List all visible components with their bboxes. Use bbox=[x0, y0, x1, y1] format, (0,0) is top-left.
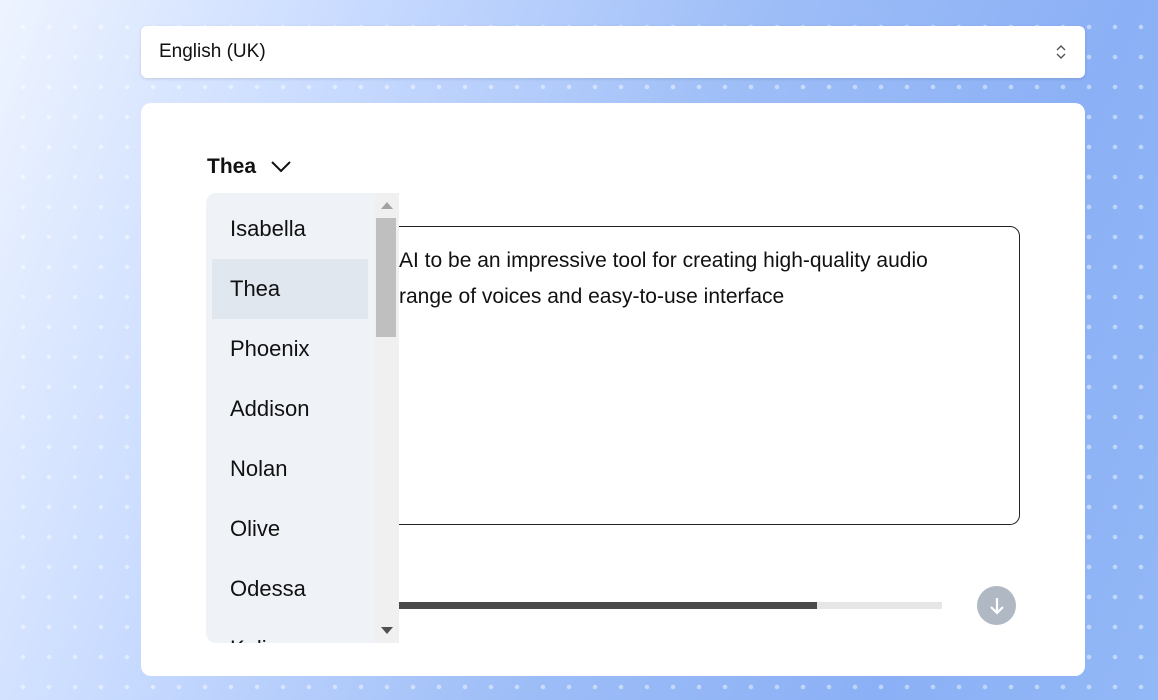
dropdown-scrollbar[interactable] bbox=[375, 193, 399, 643]
dropdown-option-kali[interactable]: Kali bbox=[212, 619, 368, 643]
download-button[interactable] bbox=[977, 586, 1016, 625]
dropdown-option-nolan[interactable]: Nolan bbox=[212, 439, 368, 499]
scroll-up-icon[interactable] bbox=[381, 202, 393, 209]
dropdown-option-thea[interactable]: Thea bbox=[212, 259, 368, 319]
dropdown-option-isabella[interactable]: Isabella bbox=[212, 199, 368, 259]
updown-chevron-icon bbox=[1056, 45, 1066, 59]
scroll-down-icon[interactable] bbox=[381, 627, 393, 634]
text-line: range of voices and easy-to-use interfac… bbox=[399, 285, 785, 308]
language-select[interactable]: English (UK) bbox=[141, 26, 1085, 78]
dropdown-option-odessa[interactable]: Odessa bbox=[212, 559, 368, 619]
scrollbar-thumb[interactable] bbox=[376, 218, 396, 337]
dropdown-option-addison[interactable]: Addison bbox=[212, 379, 368, 439]
text-line: AI to be an impressive tool for creating… bbox=[399, 249, 928, 272]
voice-dropdown: Isabella Thea Phoenix Addison Nolan Olive Odes… bbox=[206, 193, 399, 643]
chevron-down-icon bbox=[271, 161, 291, 173]
voice-selector[interactable]: Thea bbox=[207, 155, 292, 179]
voice-selector-label: Thea bbox=[207, 155, 257, 178]
download-arrow-icon bbox=[989, 597, 1004, 615]
dropdown-option-phoenix[interactable]: Phoenix bbox=[212, 319, 368, 379]
language-select-value: English (UK) bbox=[159, 41, 266, 62]
dropdown-option-olive[interactable]: Olive bbox=[212, 499, 368, 559]
